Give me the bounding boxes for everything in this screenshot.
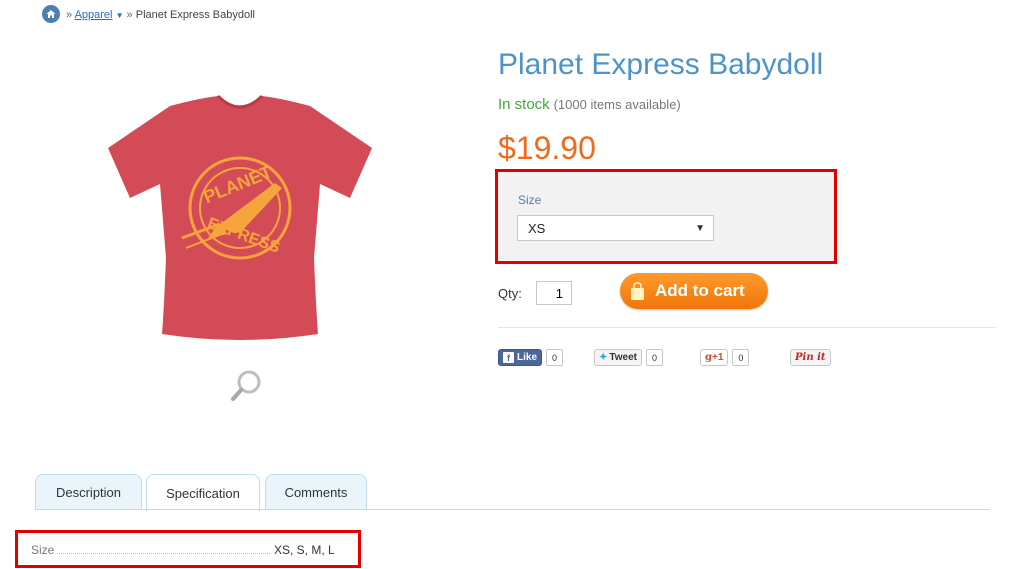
shopping-bag-icon [631,282,644,300]
breadcrumb-separator: » [66,9,73,21]
divider [498,327,996,328]
qty-label: Qty: [498,286,522,301]
tweet-label: Tweet [609,352,637,363]
facebook-like-button[interactable]: f Like [498,349,543,366]
stock-count: (1000 items available) [553,97,681,112]
size-selected-value: XS [528,220,546,236]
chevron-down-icon[interactable]: ▼ [116,11,124,20]
tab-description[interactable]: Description [35,474,142,510]
spec-attribute-value: XS, S, M, L [274,543,335,557]
pin-it-button[interactable]: Pin it [790,349,831,366]
breadcrumb-separator: » [126,9,133,21]
plus-one-label: +1 [712,352,724,363]
pinterest-widget[interactable]: Pin it [790,348,831,367]
like-label: Like [517,352,538,363]
tab-underline [35,509,990,510]
home-icon[interactable] [42,5,60,23]
product-title: Planet Express Babydoll [498,48,824,81]
twitter-widget[interactable]: ✦ Tweet 0 [594,348,664,367]
like-count: 0 [546,349,564,366]
google-plus-widget[interactable]: g +1 0 [700,348,750,367]
tweet-button[interactable]: ✦ Tweet [594,349,642,366]
breadcrumb-current: Planet Express Babydoll [135,9,255,21]
stock-status: In stock (1000 items available) [498,96,681,113]
tweet-count: 0 [646,349,664,366]
add-to-cart-label: Add to cart [655,281,745,300]
product-image[interactable]: PLANET EXPRESS [100,88,380,348]
product-price: $19.90 [498,130,596,166]
google-plus-button[interactable]: g +1 [700,349,729,366]
size-label: Size [518,193,542,207]
google-plus-icon: g [705,352,712,363]
in-stock-label: In stock [498,96,550,113]
spec-dotted-leader [57,553,270,554]
zoom-icon[interactable] [226,366,266,406]
facebook-icon: f [503,352,514,363]
dropdown-arrow-icon: ▼ [695,222,705,234]
add-to-cart-button[interactable]: Add to cart [620,273,768,309]
tab-comments[interactable]: Comments [265,474,367,510]
breadcrumb-category-link[interactable]: Apparel [75,9,113,21]
facebook-like-widget[interactable]: f Like 0 [498,348,564,367]
breadcrumb: » Apparel ▼ » Planet Express Babydoll [66,9,255,21]
plus-one-count: 0 [732,349,750,366]
twitter-bird-icon: ✦ [599,352,608,363]
tab-specification[interactable]: Specification [146,474,260,511]
spec-attribute-name: Size [31,543,55,557]
qty-input[interactable] [536,281,572,305]
size-select[interactable]: XS ▼ [517,215,714,241]
